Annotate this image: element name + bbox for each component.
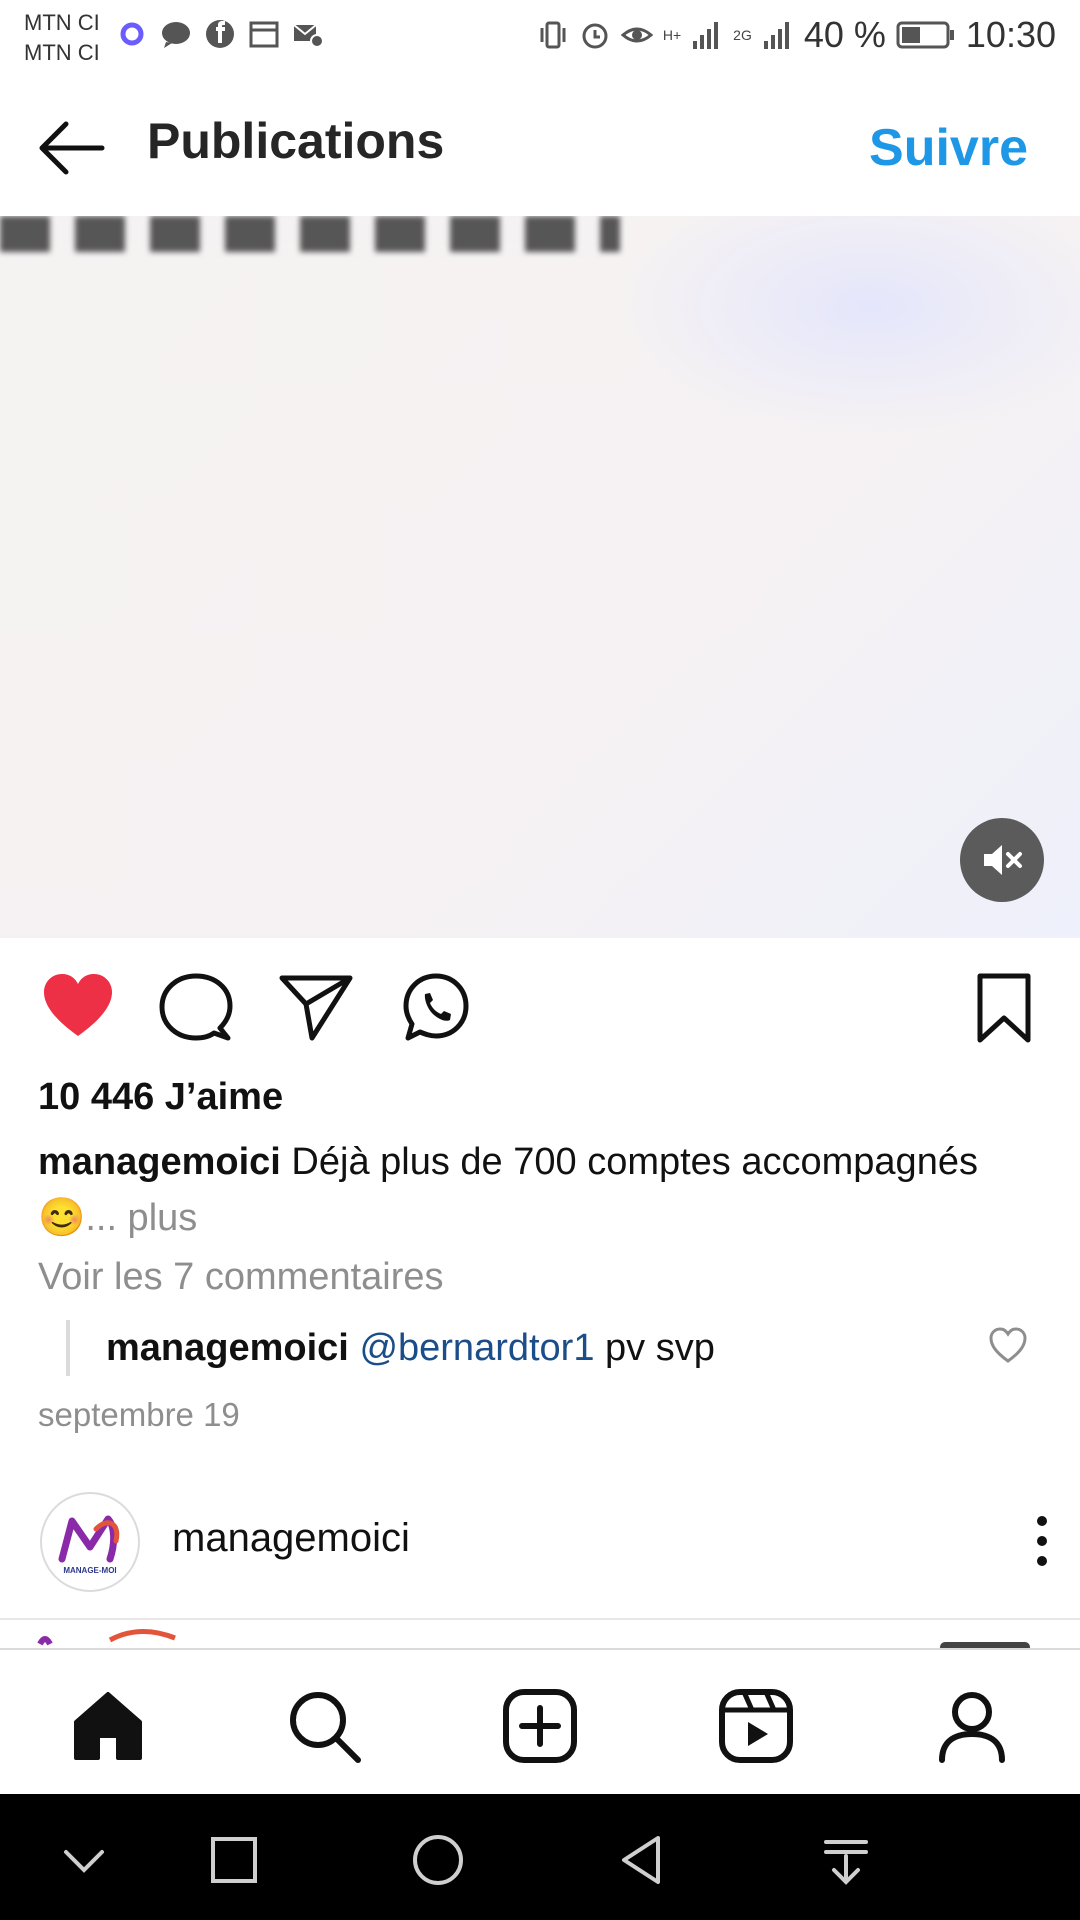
heart-icon[interactable] — [40, 970, 116, 1046]
back-triangle-icon[interactable] — [612, 1830, 672, 1890]
home-icon[interactable] — [68, 1686, 148, 1766]
bottom-navigation — [0, 1648, 1080, 1796]
peek-shapes — [37, 1628, 1030, 1648]
post-media[interactable] — [0, 216, 1080, 938]
network-1: H+ — [662, 27, 682, 43]
media-text-fragment — [0, 216, 620, 252]
calendar-icon — [249, 21, 279, 48]
comment-username[interactable]: managemoici — [106, 1327, 349, 1369]
mail-settings-icon — [293, 24, 324, 48]
recents-icon[interactable] — [204, 1830, 264, 1890]
next-post-media-peek — [0, 1620, 1080, 1648]
alarm-icon — [582, 23, 608, 49]
home-circle-icon[interactable] — [408, 1830, 468, 1890]
notification-pull-icon[interactable] — [816, 1830, 876, 1890]
comment-heart-icon[interactable] — [988, 1326, 1028, 1366]
battery-icon — [896, 21, 954, 49]
messenger-icon — [162, 22, 190, 48]
avatar[interactable]: MANAGE-MOI — [40, 1492, 140, 1592]
media-glow — [620, 216, 1080, 436]
page-title: Publications — [147, 113, 445, 169]
network-2: 2G — [733, 27, 752, 43]
comment-mention[interactable]: @bernardtor1 — [359, 1327, 594, 1369]
battery-percent: 40 % — [803, 14, 886, 55]
notification-icons — [116, 18, 324, 50]
post-caption: managemoici Déjà plus de 700 comptes acc… — [38, 1134, 1038, 1246]
facebook-icon — [206, 20, 234, 48]
eye-icon — [620, 27, 653, 43]
carrier-1: MTN CI — [24, 10, 100, 35]
next-post-header: MANAGE-MOI managemoici — [0, 1486, 1080, 1616]
signal-1-icon — [693, 22, 719, 49]
follow-button[interactable]: Suivre — [869, 118, 1028, 178]
top-bar: Publications Suivre — [0, 80, 1080, 216]
search-icon[interactable] — [284, 1686, 364, 1766]
carrier-labels: MTN CI MTN CI — [24, 8, 100, 68]
chevron-down-icon[interactable] — [54, 1830, 114, 1890]
speaker-muted-icon — [984, 845, 1022, 875]
carrier-2: MTN CI — [24, 40, 100, 65]
back-arrow-icon[interactable] — [36, 118, 106, 178]
caption-more-link[interactable]: ... plus — [85, 1197, 197, 1239]
comment-preview: managemoici @bernardtor1 pv svp — [66, 1320, 715, 1376]
post-date: septembre 19 — [38, 1396, 240, 1433]
comment-text: pv svp — [594, 1327, 715, 1369]
profile-icon[interactable] — [932, 1686, 1012, 1766]
avatar-text: MANAGE-MOI — [63, 1566, 116, 1575]
bookmark-icon[interactable] — [966, 970, 1042, 1046]
status-bar: MTN CI MTN CI H+ 2G 40 % 10:30 — [0, 0, 1080, 80]
add-icon[interactable] — [500, 1686, 580, 1766]
share-icon[interactable] — [278, 970, 354, 1046]
like-count[interactable]: 10 446 J’aime — [38, 1076, 283, 1119]
clock: 10:30 — [965, 14, 1056, 55]
next-post-username[interactable]: managemoici — [172, 1516, 410, 1561]
reels-icon[interactable] — [716, 1686, 796, 1766]
post-actions — [0, 970, 1080, 1050]
more-options-icon[interactable] — [1032, 1514, 1052, 1568]
vibrate-icon — [540, 21, 566, 49]
system-status: H+ 2G 40 % 10:30 — [537, 14, 1056, 56]
app-p-icon — [120, 22, 144, 46]
signal-2-icon — [763, 22, 789, 49]
managemoi-logo: MANAGE-MOI — [58, 1515, 120, 1575]
comment-icon[interactable] — [158, 970, 234, 1046]
whatsapp-icon[interactable] — [398, 970, 474, 1046]
mute-button[interactable] — [960, 818, 1044, 902]
view-comments-link[interactable]: Voir les 7 commentaires — [38, 1256, 444, 1299]
system-navigation — [0, 1794, 1080, 1920]
caption-username[interactable]: managemoici — [38, 1141, 281, 1183]
